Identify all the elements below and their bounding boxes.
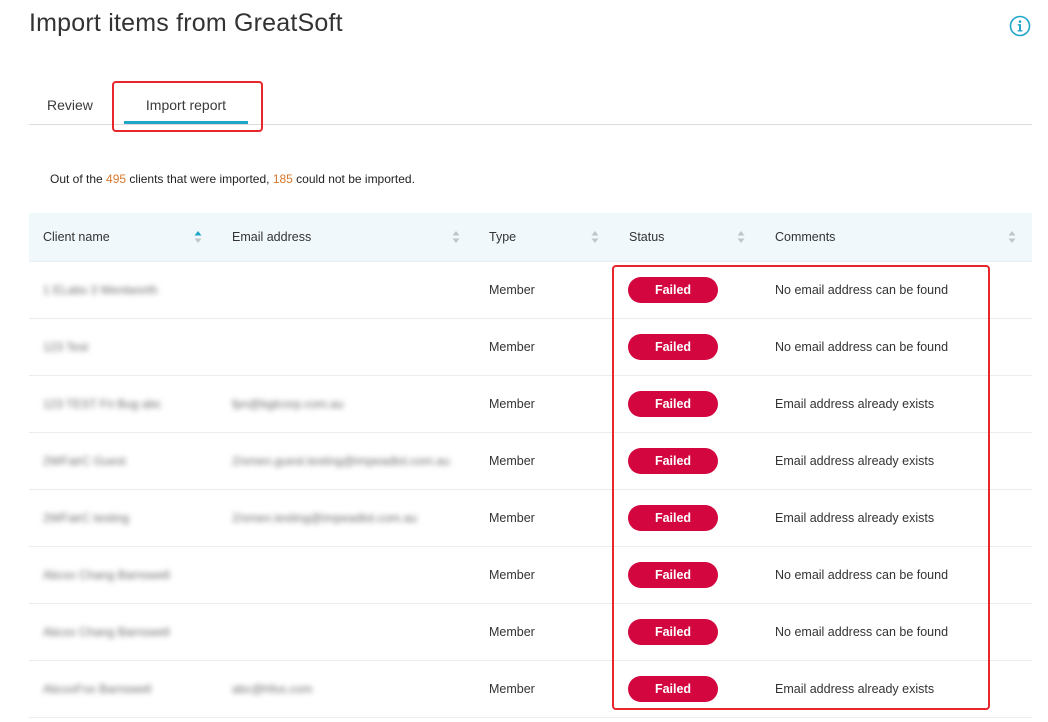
type-cell: Member — [489, 568, 535, 582]
import-report-table: Client name Email address Type Status Co… — [29, 213, 1032, 718]
info-icon[interactable] — [1009, 15, 1031, 37]
type-cell: Member — [489, 625, 535, 639]
tab-review[interactable]: Review — [47, 86, 93, 123]
type-cell: Member — [489, 397, 535, 411]
page-title: Import items from GreatSoft — [29, 9, 343, 37]
status-badge: Failed — [628, 334, 718, 360]
import-summary: Out of the 495 clients that were importe… — [50, 172, 415, 186]
table-row: 123 Test Member Failed No email address … — [29, 319, 1032, 376]
type-cell: Member — [489, 454, 535, 468]
comment-cell: Email address already exists — [775, 511, 935, 525]
email-cell: 2/xmen.testing@impeadlot.com.au — [232, 511, 417, 525]
table-row: 1 ELabs 3 Wentworth Member Failed No ema… — [29, 262, 1032, 319]
table-row: 2WFairC testing 2/xmen.testing@impeadlot… — [29, 490, 1032, 547]
table-row: AbcxxFox Barnswell abc@hfox.com Member F… — [29, 661, 1032, 718]
email-cell: abc@hfox.com — [232, 682, 313, 696]
summary-prefix: Out of the — [50, 172, 107, 186]
tab-import-report[interactable]: Import report — [124, 86, 248, 124]
summary-total-count: 495 — [106, 172, 127, 186]
client-name-cell: 2WFairC Guest — [43, 454, 126, 468]
active-tab-indicator — [124, 121, 248, 124]
status-badge: Failed — [628, 676, 718, 702]
summary-failed-count: 185 — [272, 172, 293, 186]
comment-cell: No email address can be found — [775, 340, 949, 354]
comment-cell: Email address already exists — [775, 454, 935, 468]
status-badge: Failed — [628, 391, 718, 417]
sort-icon[interactable] — [1008, 230, 1016, 244]
client-name-cell: 123 Test — [43, 340, 89, 354]
comment-cell: No email address can be found — [775, 625, 949, 639]
comment-cell: Email address already exists — [775, 682, 935, 696]
comment-cell: No email address can be found — [775, 283, 949, 297]
column-header-type[interactable]: Type — [489, 213, 516, 261]
summary-suffix: could not be imported. — [292, 172, 415, 186]
email-cell: 2/xmen.guest.testing@impeadlot.com.au — [232, 454, 450, 468]
sort-icon[interactable] — [452, 230, 460, 244]
sort-icon[interactable] — [591, 230, 599, 244]
table-row: Abcxx Chang Barnswell Member Failed No e… — [29, 547, 1032, 604]
client-name-cell: Abcxx Chang Barnswell — [43, 625, 170, 639]
status-badge: Failed — [628, 277, 718, 303]
client-name-cell: Abcxx Chang Barnswell — [43, 568, 170, 582]
status-badge: Failed — [628, 619, 718, 645]
email-cell: fpn@bgtcorp.com.au — [232, 397, 344, 411]
status-badge: Failed — [628, 505, 718, 531]
table-row: 123 TEST Fri Bug abc fpn@bgtcorp.com.au … — [29, 376, 1032, 433]
tab-import-report-label: Import report — [145, 97, 227, 113]
table-row: Abcxx Chang Barnswell Member Failed No e… — [29, 604, 1032, 661]
column-header-comments[interactable]: Comments — [775, 213, 835, 261]
summary-middle: clients that were imported, — [126, 172, 273, 186]
column-header-client-name[interactable]: Client name — [43, 213, 110, 261]
column-header-email[interactable]: Email address — [232, 213, 311, 261]
client-name-cell: 1 ELabs 3 Wentworth — [43, 283, 158, 297]
type-cell: Member — [489, 283, 535, 297]
table-row: 2WFairC Guest 2/xmen.guest.testing@impea… — [29, 433, 1032, 490]
table-header: Client name Email address Type Status Co… — [29, 213, 1032, 262]
type-cell: Member — [489, 511, 535, 525]
tab-bar: Review Import report — [29, 86, 1032, 125]
status-badge: Failed — [628, 562, 718, 588]
client-name-cell: 2WFairC testing — [43, 511, 130, 525]
comment-cell: Email address already exists — [775, 397, 935, 411]
client-name-cell: AbcxxFox Barnswell — [43, 682, 152, 696]
sort-icon[interactable] — [737, 230, 745, 244]
column-header-status[interactable]: Status — [629, 213, 664, 261]
status-badge: Failed — [628, 448, 718, 474]
sort-icon-active[interactable] — [194, 230, 202, 244]
client-name-cell: 123 TEST Fri Bug abc — [43, 397, 162, 411]
comment-cell: No email address can be found — [775, 568, 949, 582]
type-cell: Member — [489, 340, 535, 354]
type-cell: Member — [489, 682, 535, 696]
